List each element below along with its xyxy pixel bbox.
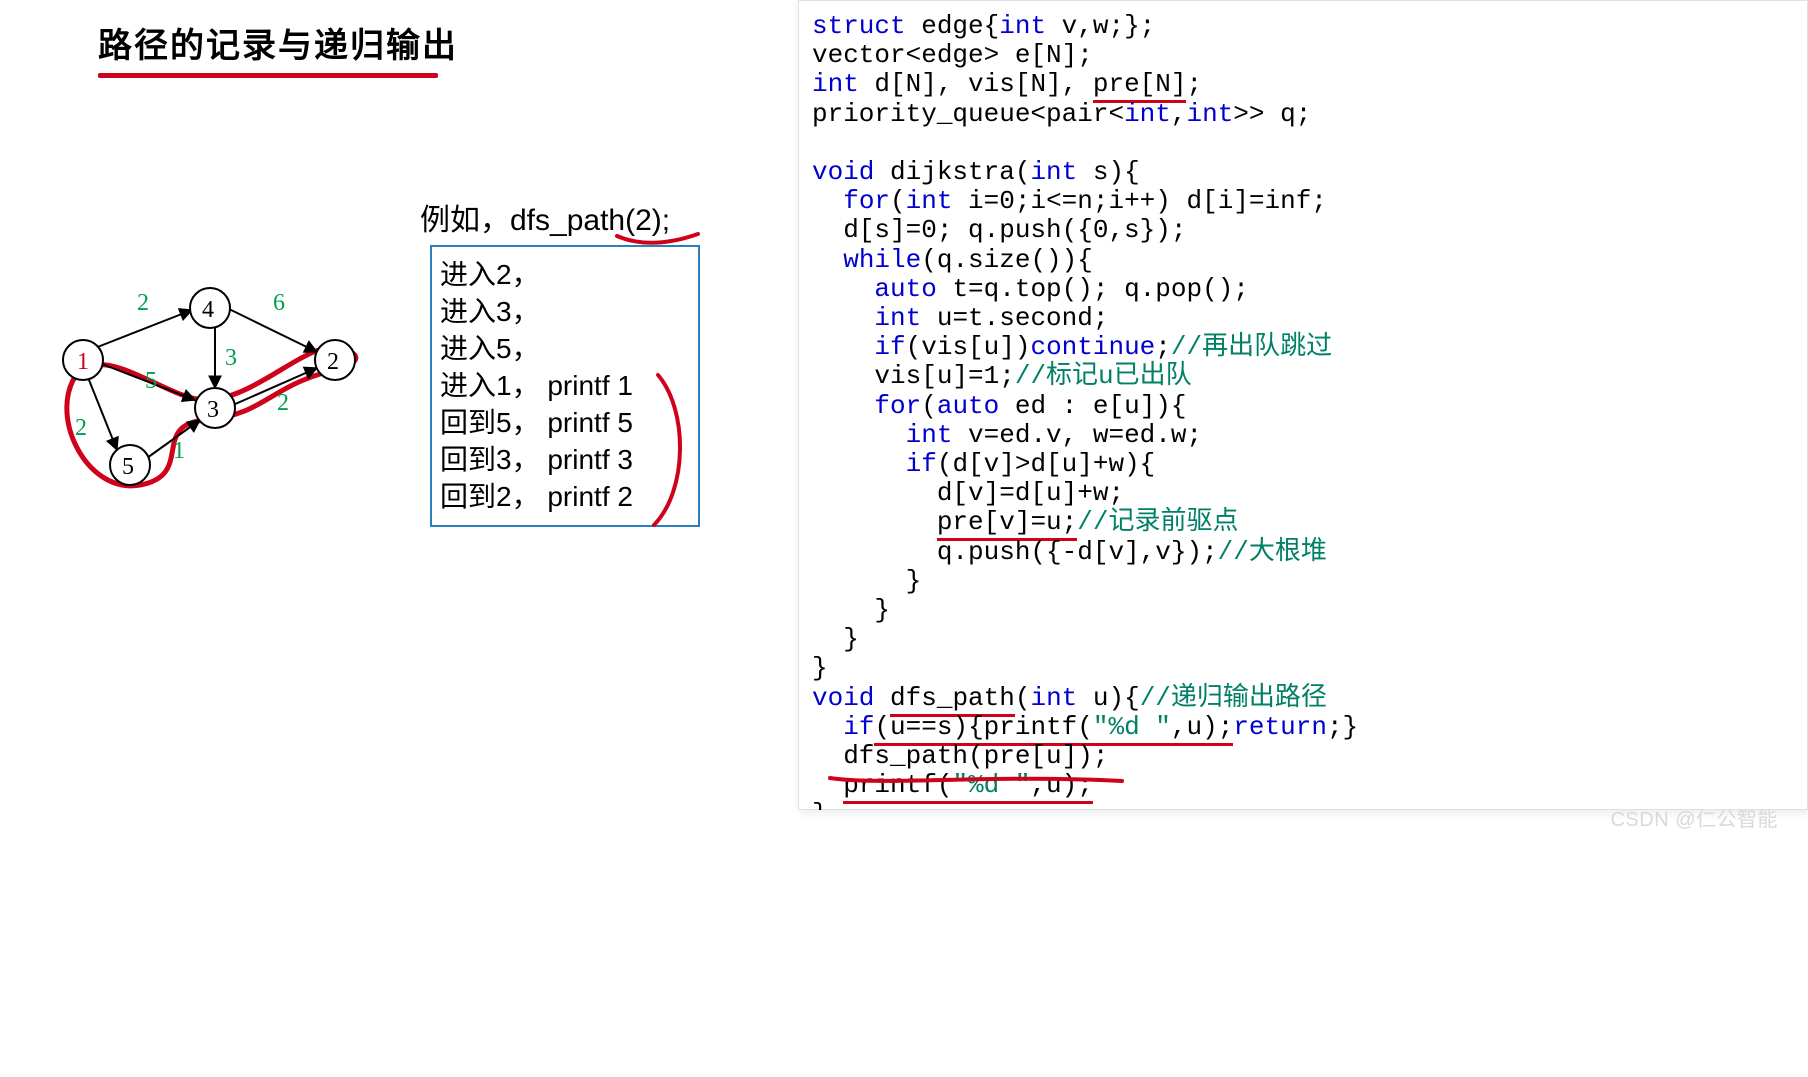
edge-weight: 6 bbox=[273, 290, 285, 316]
code-block: struct edge{int v,w;}; vector<edge> e[N]… bbox=[812, 12, 1798, 810]
red-brace-icon bbox=[648, 370, 708, 530]
graph-node-5: 5 bbox=[122, 454, 134, 480]
edge-weight: 3 bbox=[225, 345, 237, 371]
trace-line: 进入5， bbox=[440, 331, 690, 368]
title-underline bbox=[98, 73, 438, 78]
watermark: CSDN @仁公智能 bbox=[1610, 803, 1778, 832]
kw-struct: struct bbox=[812, 11, 906, 41]
title-block: 路径的记录与递归输出 bbox=[98, 18, 458, 78]
edge-weight: 1 bbox=[173, 438, 185, 464]
left-pane: 路径的记录与递归输出 2 6 3 5 2 1 2 1 4 2 bbox=[0, 0, 798, 1077]
graph-node-3: 3 bbox=[207, 397, 219, 423]
graph-node-1: 1 bbox=[77, 349, 89, 375]
edge-weight: 5 bbox=[145, 368, 157, 394]
graph-node-2: 2 bbox=[327, 349, 339, 375]
code-underline-printf: printf( bbox=[843, 770, 952, 804]
edge-weight: 2 bbox=[137, 290, 149, 316]
code-pane: struct edge{int v,w;}; vector<edge> e[N]… bbox=[798, 0, 1808, 810]
edge-weight: 2 bbox=[75, 415, 87, 441]
trace-line: 进入2， bbox=[440, 257, 690, 294]
edge-weight: 2 bbox=[277, 390, 289, 416]
trace-line: 进入3， bbox=[440, 294, 690, 331]
graph-node-4: 4 bbox=[202, 297, 214, 323]
page-title: 路径的记录与递归输出 bbox=[98, 18, 458, 67]
graph-diagram: 2 6 3 5 2 1 2 1 4 2 3 5 bbox=[55, 270, 375, 510]
